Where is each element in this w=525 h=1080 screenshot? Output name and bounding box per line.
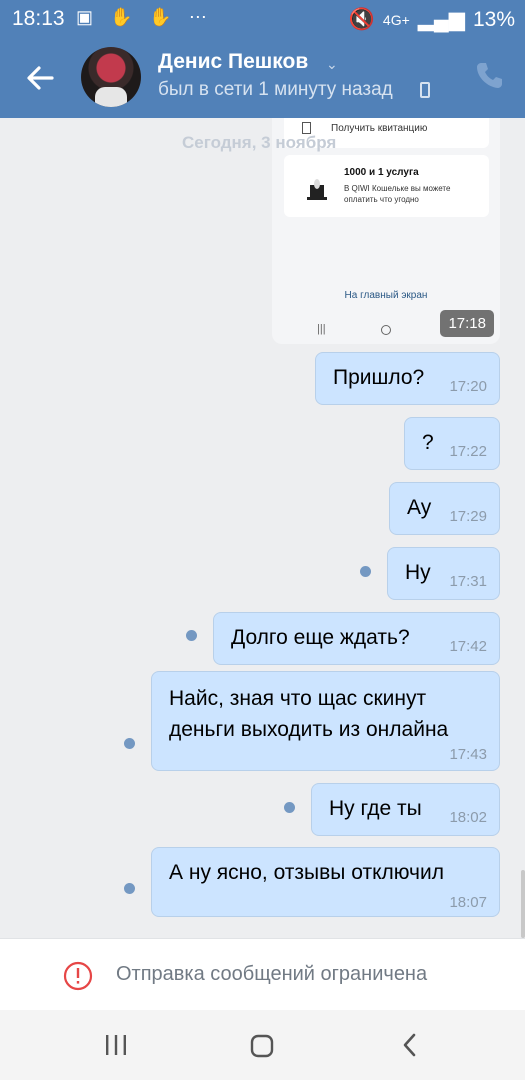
- warning-icon: [63, 961, 93, 991]
- back-arrow-icon[interactable]: [22, 60, 58, 96]
- message-text: Долго еще ждать?: [231, 626, 410, 649]
- system-indicators: 🔇 4G+ ▂▄▆ 13%: [349, 7, 515, 32]
- message-time: 17:31: [449, 573, 487, 590]
- message-time: 17:20: [449, 378, 487, 395]
- message-time: 17:29: [449, 508, 487, 525]
- network-label: 4G+: [382, 11, 410, 28]
- phone-icon: [420, 82, 430, 98]
- message-text: Ну: [405, 561, 431, 584]
- contact-name[interactable]: Денис Пешков: [158, 50, 308, 74]
- message-bubble[interactable]: Пришло? 17:20: [315, 352, 500, 405]
- screenshot-time: 17:18: [440, 310, 494, 337]
- promo-card: 1000 и 1 услуга В QIWI Кошельке вы может…: [284, 155, 489, 217]
- mute-icon: 🔇: [348, 7, 375, 31]
- message-restriction-bar: Отправка сообщений ограничена: [0, 938, 525, 1010]
- message-time: 18:07: [449, 894, 487, 911]
- message-text: Ау: [407, 496, 432, 519]
- message-bubble[interactable]: А ну ясно, отзывы отключил 18:07: [151, 847, 500, 917]
- home-icon[interactable]: [250, 1034, 274, 1058]
- message-time: 17:43: [449, 746, 487, 763]
- unread-dot: [124, 883, 135, 894]
- chevron-down-icon[interactable]: ⌄: [326, 56, 338, 73]
- unread-dot: [124, 738, 135, 749]
- chat-header: Денис Пешков ⌄ был в сети 1 минуту назад: [0, 38, 525, 118]
- clock: 18:13: [12, 7, 65, 30]
- home-screen-link: На главный экран: [344, 290, 428, 301]
- message-text: Найс, зная что щас скинут деньги выходит…: [169, 687, 449, 741]
- recent-apps-icon: |||: [317, 323, 326, 335]
- message-time: 17:42: [449, 638, 487, 655]
- message-bubble[interactable]: Ну где ты 18:02: [311, 783, 500, 836]
- unread-dot: [186, 630, 197, 641]
- promo-title: 1000 и 1 услуга: [344, 167, 419, 178]
- restriction-label: Отправка сообщений ограничена: [116, 963, 428, 985]
- message-time: 17:22: [449, 443, 487, 460]
- message-text: Ну где ты: [329, 797, 422, 820]
- avatar[interactable]: [81, 47, 141, 107]
- signal-icon: ▂▄▆: [417, 8, 465, 31]
- unread-dot: [284, 802, 295, 813]
- message-text: ?: [422, 431, 434, 454]
- unread-dot: [360, 566, 371, 577]
- message-time: 18:02: [449, 809, 487, 826]
- back-icon[interactable]: [400, 1032, 420, 1058]
- message-bubble[interactable]: ? 17:22: [404, 417, 500, 470]
- message-text: Пришло?: [333, 366, 425, 389]
- message-list[interactable]: Получить квитанцию 1000 и 1 услуга В QIW…: [0, 118, 525, 938]
- message-bubble[interactable]: Найс, зная что щас скинут деньги выходит…: [151, 671, 500, 771]
- date-separator: Сегодня, 3 ноября: [182, 133, 337, 152]
- last-seen-status: был в сети 1 минуту назад: [158, 79, 393, 100]
- call-icon[interactable]: [474, 60, 504, 90]
- message-bubble[interactable]: Ну 17:31: [387, 547, 500, 600]
- message-bubble[interactable]: Долго еще ждать? 17:42: [213, 612, 500, 665]
- scrollbar[interactable]: [521, 870, 525, 938]
- status-bar: 18:13 ▣ ✋ ✋ ⋯ 🔇 4G+ ▂▄▆ 13%: [0, 0, 525, 38]
- recent-apps-icon[interactable]: [104, 1034, 128, 1056]
- notification-icons: ▣ ✋ ✋ ⋯: [76, 7, 213, 27]
- battery-percent: 13%: [472, 7, 515, 31]
- promo-desc: В QIWI Кошельке вы можете оплатить что у…: [344, 184, 451, 204]
- system-navbar: [0, 1010, 525, 1080]
- message-text: А ну ясно, отзывы отключил: [169, 861, 444, 884]
- home-icon: [381, 325, 391, 335]
- magic-hat-icon: [307, 179, 327, 200]
- receipt-label: Получить квитанцию: [331, 123, 428, 134]
- message-bubble[interactable]: Ау 17:29: [389, 482, 500, 535]
